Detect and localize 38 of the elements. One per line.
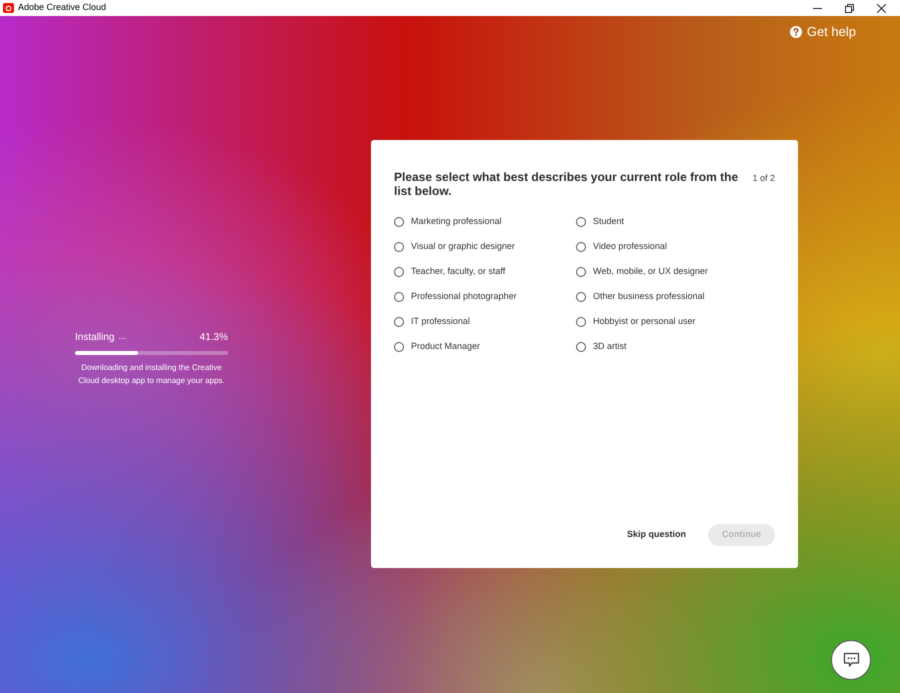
option-label[interactable]: IT professional: [411, 314, 470, 328]
step-counter: 1 of 2: [752, 172, 775, 185]
option-label[interactable]: Product Manager: [411, 340, 480, 354]
radio-button[interactable]: [576, 292, 586, 302]
install-percent: 41.3%: [200, 331, 228, 345]
option-label[interactable]: Visual or graphic designer: [411, 240, 515, 254]
install-status: Installing: [75, 331, 114, 345]
option-label[interactable]: Video professional: [593, 240, 667, 254]
radio-button[interactable]: [576, 242, 586, 252]
loading-dots: ...: [118, 330, 126, 343]
radio-button[interactable]: [576, 216, 586, 226]
radio-button[interactable]: [394, 266, 404, 276]
window-title: Adobe Creative Cloud: [18, 1, 106, 14]
option-label[interactable]: Teacher, faculty, or staff: [411, 264, 506, 278]
radio-button[interactable]: [394, 316, 404, 326]
option-label[interactable]: 3D artist: [593, 340, 627, 354]
option-label[interactable]: Other business professional: [593, 290, 705, 304]
radio-button[interactable]: [576, 266, 586, 276]
option-label[interactable]: Hobbyist or personal user: [593, 314, 696, 328]
install-description: Downloading and installing the Creative Cloud desktop app to manage your apps.: [77, 362, 226, 387]
chat-icon: [842, 652, 860, 668]
restore-icon[interactable]: [845, 4, 854, 12]
radio-button[interactable]: [394, 342, 404, 352]
option-label[interactable]: Professional photographer: [411, 290, 517, 304]
radio-button[interactable]: [576, 342, 586, 352]
help-link[interactable]: Get help: [806, 22, 856, 42]
question-title: Please select what best describes your current role from the list below.: [394, 170, 740, 198]
radio-button[interactable]: [394, 242, 404, 252]
help-icon: [790, 26, 802, 38]
option-label[interactable]: Marketing professional: [411, 214, 502, 228]
radio-button[interactable]: [576, 316, 586, 326]
skip-button[interactable]: Skip question: [626, 528, 686, 542]
app-logo-icon: [3, 3, 14, 13]
option-label[interactable]: Student: [593, 214, 624, 228]
radio-button[interactable]: [394, 216, 404, 226]
close-icon[interactable]: [877, 4, 886, 12]
radio-button[interactable]: [394, 292, 404, 302]
option-label[interactable]: Web, mobile, or UX designer: [593, 264, 708, 278]
